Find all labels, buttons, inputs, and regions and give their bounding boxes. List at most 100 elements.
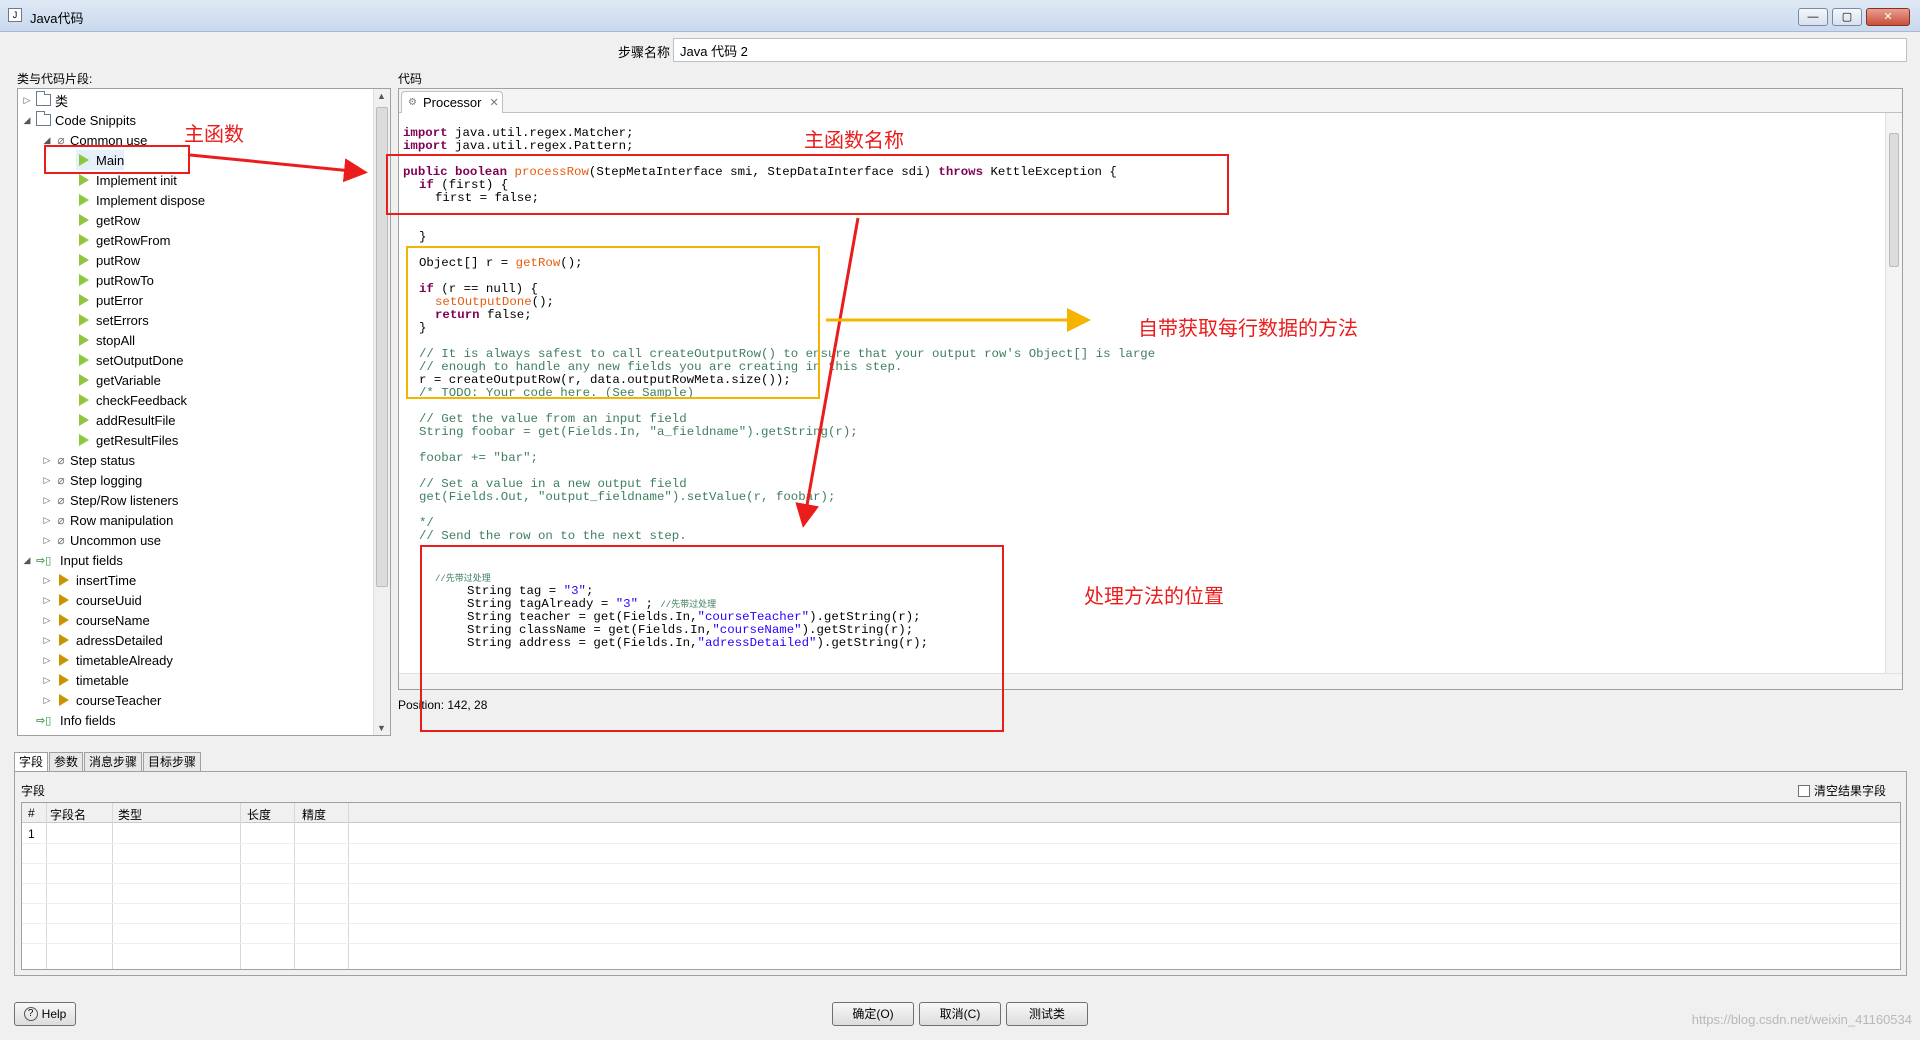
tree-item-seterrors[interactable]: setErrors (76, 310, 149, 330)
tree-item-stopall[interactable]: stopAll (76, 330, 135, 350)
column-divider (112, 803, 113, 969)
tree-item-label: courseTeacher (76, 692, 162, 708)
tab-parameters[interactable]: 参数 (49, 752, 84, 772)
expand-icon[interactable]: ▷ (42, 535, 52, 546)
tab-fields[interactable]: 字段 (14, 752, 49, 772)
row-divider (22, 843, 1900, 844)
expand-icon[interactable]: ▷ (42, 615, 52, 626)
tree-scrollbar[interactable]: ▲ ▼ (373, 89, 390, 735)
expand-icon[interactable]: ▷ (42, 595, 52, 606)
expand-icon[interactable]: ▷ (42, 575, 52, 586)
expand-icon[interactable]: ▷ (42, 695, 52, 706)
tree-item-label: 类 (55, 93, 69, 109)
scroll-up-icon[interactable]: ▲ (377, 91, 386, 101)
expand-icon[interactable]: ▷ (42, 675, 52, 686)
tree-item-timetablealready[interactable]: ▷ timetableAlready (42, 650, 173, 670)
column-divider (240, 803, 241, 969)
close-icon[interactable]: ✕ (490, 96, 499, 109)
tree-item-label: Step status (70, 452, 136, 468)
fields-label: 字段 (21, 784, 46, 798)
tab-info-steps[interactable]: 消息步骤 (84, 752, 143, 772)
tree-item-getrow[interactable]: getRow (76, 210, 140, 230)
fields-table[interactable]: # 字段名 类型 长度 精度 1 (21, 802, 1901, 970)
tree-item-info-fields[interactable]: ⇨▯ Info fields (22, 710, 116, 730)
tree-item-putrowto[interactable]: putRowTo (76, 270, 154, 290)
tree-item-code-snippits[interactable]: ◢ Code Snippits (22, 110, 136, 130)
expand-icon[interactable]: ▷ (42, 455, 52, 466)
window-title: Java代码 (30, 11, 84, 26)
expand-icon[interactable]: ▷ (42, 515, 52, 526)
snippet-icon (79, 414, 89, 426)
column-header[interactable]: 长度 (247, 806, 271, 823)
expand-icon[interactable]: ▷ (42, 655, 52, 666)
tree-item-label: setErrors (96, 312, 149, 328)
tree-item-uncommon-use[interactable]: ▷ ⌀ Uncommon use (42, 530, 162, 550)
snippet-icon (79, 434, 89, 446)
tree-item-label: courseName (76, 612, 150, 628)
field-icon (59, 674, 69, 686)
tree-item-getrowfrom[interactable]: getRowFrom (76, 230, 170, 250)
tree-item-puterror[interactable]: putError (76, 290, 143, 310)
ok-button[interactable]: 确定(O) (832, 1002, 914, 1026)
tab-target-steps[interactable]: 目标步骤 (143, 752, 202, 772)
expand-icon[interactable]: ▷ (22, 95, 32, 106)
tree-item-getvariable[interactable]: getVariable (76, 370, 161, 390)
cancel-button[interactable]: 取消(C) (919, 1002, 1001, 1026)
tree-item-label: Uncommon use (70, 532, 162, 548)
test-class-button[interactable]: 测试类 (1006, 1002, 1088, 1026)
tree-item-checkfeedback[interactable]: checkFeedback (76, 390, 187, 410)
checkbox-icon[interactable] (1797, 784, 1810, 797)
tab-label: Processor (422, 95, 482, 110)
tree-item-label: Info fields (60, 712, 116, 728)
code-line: import java.util.regex.Pattern; (403, 139, 634, 153)
tree-item-implement-dispose[interactable]: Implement dispose (76, 190, 205, 210)
tree-item-step-logging[interactable]: ▷ ⌀ Step logging (42, 470, 143, 490)
scroll-down-icon[interactable]: ▼ (377, 723, 386, 733)
scrollbar-thumb[interactable] (376, 107, 388, 587)
collapse-icon[interactable]: ◢ (22, 115, 32, 126)
scrollbar-thumb[interactable] (1889, 133, 1899, 267)
tree-item-coursename[interactable]: ▷ courseName (42, 610, 150, 630)
collapse-icon[interactable]: ◢ (42, 135, 52, 146)
expand-icon[interactable]: ▷ (42, 495, 52, 506)
close-icon[interactable]: ✕ (1866, 8, 1910, 26)
tree-item-inserttime[interactable]: ▷ insertTime (42, 570, 137, 590)
tree-item-adressdetailed[interactable]: ▷ adressDetailed (42, 630, 163, 650)
tree-item-classes[interactable]: ▷ 类 (22, 90, 68, 110)
clear-result-fields-checkbox[interactable]: 清空结果字段 (1797, 782, 1886, 799)
code-horizontal-scrollbar[interactable] (399, 673, 1902, 689)
help-button[interactable]: ? Help (14, 1002, 76, 1026)
tree-item-row-manipulation[interactable]: ▷ ⌀ Row manipulation (42, 510, 174, 530)
tree-item-common-use[interactable]: ◢ ⌀ Common use (42, 130, 148, 150)
expand-icon[interactable]: ▷ (42, 635, 52, 646)
expand-icon[interactable]: ▷ (42, 475, 52, 486)
tree-item-label: Step/Row listeners (70, 492, 179, 508)
tree-item-getresultfiles[interactable]: getResultFiles (76, 430, 178, 450)
maximize-icon[interactable]: ▢ (1832, 8, 1862, 26)
tree-item-setoutputdone[interactable]: setOutputDone (76, 350, 183, 370)
snippet-icon (79, 254, 89, 266)
tree-item-putrow[interactable]: putRow (76, 250, 140, 270)
column-header[interactable]: 字段名 (50, 806, 86, 823)
tree-item-input-fields[interactable]: ◢ ⇨▯ Input fields (22, 550, 123, 570)
snippet-tree[interactable]: ▷ 类 ◢ Code Snippits ◢ ⌀ Common use Main … (17, 88, 391, 736)
tree-item-label: insertTime (76, 572, 137, 588)
tree-item-main[interactable]: Main (76, 150, 125, 170)
tree-item-timetable[interactable]: ▷ timetable (42, 670, 129, 690)
tree-item-step-row-listeners[interactable]: ▷ ⌀ Step/Row listeners (42, 490, 179, 510)
tree-item-courseuuid[interactable]: ▷ courseUuid (42, 590, 142, 610)
column-header[interactable]: 精度 (302, 806, 326, 823)
tree-item-step-status[interactable]: ▷ ⌀ Step status (42, 450, 136, 470)
code-vertical-scrollbar[interactable] (1885, 113, 1902, 675)
fields-panel: 字段 清空结果字段 # 字段名 类型 长度 精度 1 (14, 771, 1907, 976)
tree-item-courseteacher[interactable]: ▷ courseTeacher (42, 690, 162, 710)
tree-item-addresultfile[interactable]: addResultFile (76, 410, 176, 430)
code-line: /* TODO: Your code here. (See Sample) (419, 386, 695, 400)
minimize-icon[interactable]: — (1798, 8, 1828, 26)
column-header[interactable]: 类型 (118, 806, 142, 823)
tab-processor[interactable]: ⚙ Processor ✕ (401, 91, 503, 113)
code-line: return false; (435, 308, 532, 322)
collapse-icon[interactable]: ◢ (22, 555, 32, 566)
step-name-input[interactable] (673, 38, 1907, 62)
tree-item-implement-init[interactable]: Implement init (76, 170, 177, 190)
